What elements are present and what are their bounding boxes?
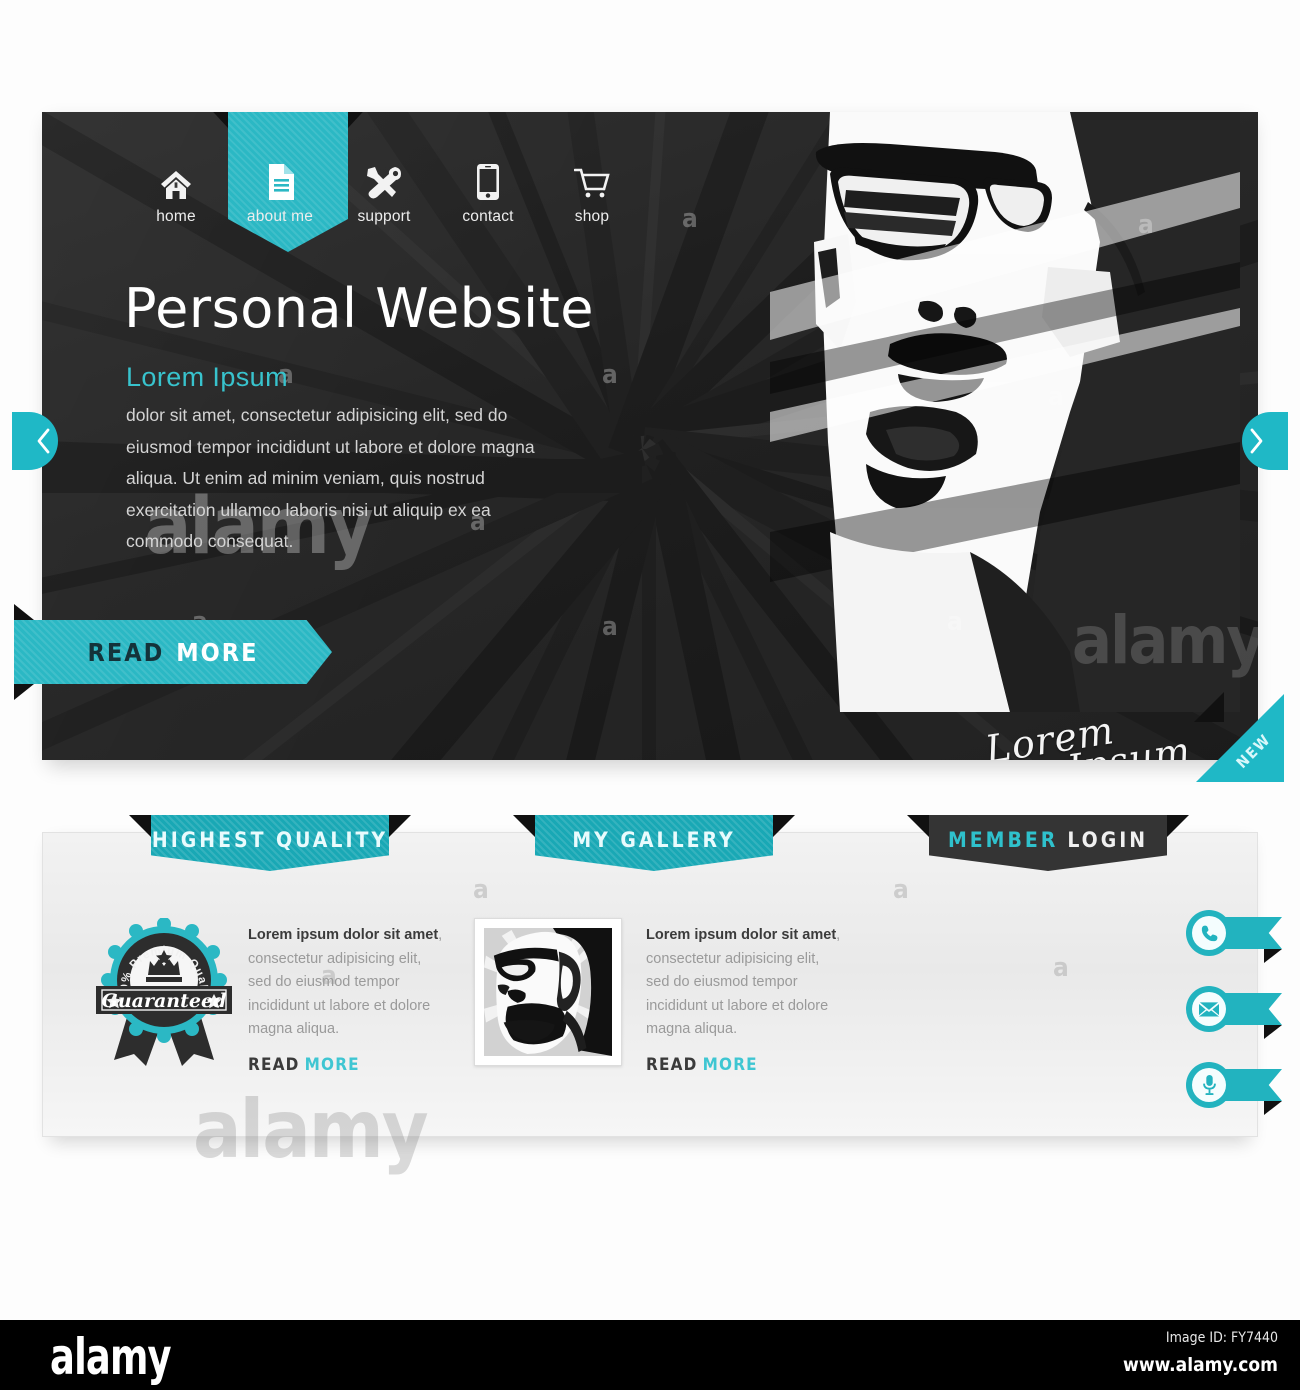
envelope-icon: [1192, 992, 1226, 1026]
phone-button[interactable]: [1186, 910, 1232, 956]
watermark-letter: a: [473, 875, 489, 905]
watermark-letter: a: [893, 875, 909, 905]
microphone-icon: [1192, 1068, 1226, 1102]
new-corner-badge: NEW: [1194, 692, 1284, 782]
ribbon-fold-right: [773, 815, 795, 837]
gallery-body-text: Lorem ipsum dolor sit amet, consectetur …: [646, 924, 846, 1077]
read-more-word-2: MORE: [702, 1054, 758, 1075]
ribbon-fold-left: [513, 815, 535, 837]
screenshot-root: home about me support contact shop Perso…: [0, 0, 1300, 1390]
hero-portrait-illustration: [770, 112, 1240, 712]
read-more-body: READ MORE: [14, 620, 332, 684]
read-more-word-2: MORE: [304, 1054, 360, 1075]
quality-read-more-link[interactable]: READ MORE: [248, 1054, 448, 1078]
ribbon-body: HIGHEST QUALITY: [151, 815, 389, 871]
section-title-highest-quality: HIGHEST QUALITY: [151, 828, 389, 852]
section-ribbon-my-gallery: MY GALLERY: [513, 815, 795, 871]
hero-body-text: dolor sit amet, consectetur adipisicing …: [126, 405, 535, 551]
ribbon-fold-right: [389, 815, 411, 837]
tools-icon: [365, 158, 403, 200]
nav-label-contact: contact: [462, 208, 514, 225]
quality-body-bold: Lorem ipsum dolor sit amet: [248, 927, 439, 943]
social-item-microphone[interactable]: [1186, 1062, 1282, 1115]
main-navigation: home about me support contact shop: [124, 136, 644, 226]
ribbon-fold-bottom: [14, 684, 34, 700]
quality-guarantee-badge: 100% Premium Quality Guaranteed: [84, 909, 240, 1068]
nav-item-shop[interactable]: shop: [540, 136, 644, 226]
features-panel: alamy a a a a a HIGHEST QUALITY MY GALLE…: [42, 815, 1282, 1176]
quality-body-text: Lorem ipsum dolor sit amet, consectetur …: [248, 924, 448, 1077]
read-more-word-1: READ: [248, 1054, 300, 1075]
gallery-read-more-link[interactable]: READ MORE: [646, 1054, 846, 1078]
watermark-brand: alamy: [193, 1083, 429, 1176]
ribbon-body: MY GALLERY: [535, 815, 773, 871]
microphone-button[interactable]: [1186, 1062, 1232, 1108]
hero-banner: home about me support contact shop Perso…: [12, 112, 1288, 782]
email-button[interactable]: [1186, 986, 1232, 1032]
nav-item-about-me[interactable]: about me: [228, 136, 332, 226]
ribbon-tail-fold: [1264, 1025, 1282, 1039]
nav-item-contact[interactable]: contact: [436, 136, 540, 226]
section-ribbon-highest-quality: HIGHEST QUALITY: [129, 815, 411, 871]
nav-item-home[interactable]: home: [124, 136, 228, 226]
hero-subtitle: Lorem Ipsum: [126, 362, 288, 392]
alamy-footer-bar: alamy Image ID: FY7440 www.alamy.com: [0, 1320, 1300, 1390]
ribbon-tail-fold: [1264, 949, 1282, 963]
chevron-right-icon: [1250, 428, 1263, 454]
login-ribbon-word-2: LOGIN: [1067, 828, 1149, 852]
ribbon-tail-fold: [1264, 1101, 1282, 1115]
corner-fold: [1194, 692, 1224, 722]
login-ribbon-word-1: MEMBER: [947, 828, 1059, 852]
chevron-left-icon: [37, 428, 50, 454]
ribbon-body: MEMBER LOGIN: [929, 815, 1167, 871]
thumbnail-image: [484, 928, 612, 1056]
nav-label-shop: shop: [574, 208, 610, 225]
badge-banner-text: Guaranteed: [102, 990, 227, 1012]
home-icon: [160, 158, 192, 200]
read-more-word-2: MORE: [176, 637, 259, 667]
shopping-cart-icon: [574, 158, 610, 200]
ribbon-fold-right: [1167, 815, 1189, 837]
nav-label-about-me: about me: [246, 208, 314, 225]
hero-title: Personal Website: [124, 277, 594, 340]
section-title-my-gallery: MY GALLERY: [572, 828, 736, 852]
document-icon: [265, 158, 295, 200]
read-more-word-1: READ: [87, 637, 165, 667]
read-more-word-1: READ: [646, 1054, 698, 1075]
ribbon-fold-left: [129, 815, 151, 837]
phone-icon: [1192, 916, 1226, 950]
gallery-thumbnail[interactable]: [474, 918, 622, 1066]
social-item-email[interactable]: [1186, 986, 1282, 1039]
gallery-body-rest: , consectetur adipisicing elit, sed do e…: [646, 927, 841, 1037]
hero-read-more-button[interactable]: READ MORE: [14, 604, 332, 700]
section-ribbon-member-login: MEMBER LOGIN: [907, 815, 1189, 871]
social-item-phone[interactable]: [1186, 910, 1282, 963]
social-contact-strip: [1186, 910, 1282, 1138]
nav-item-support[interactable]: support: [332, 136, 436, 226]
ribbon-fold-left: [907, 815, 929, 837]
ribbon-fold-top: [14, 604, 34, 620]
quality-body-rest: , consectetur adipisicing elit, sed do e…: [248, 927, 443, 1037]
alamy-url: www.alamy.com: [1123, 1354, 1278, 1376]
nav-label-support: support: [357, 208, 411, 225]
mobile-phone-icon: [477, 158, 499, 200]
watermark-letter: a: [1053, 953, 1069, 983]
alamy-logo: alamy: [50, 1328, 172, 1386]
nav-label-home: home: [156, 208, 196, 225]
image-id-label: Image ID: FY7440: [1165, 1330, 1278, 1346]
gallery-body-bold: Lorem ipsum dolor sit amet: [646, 927, 837, 943]
